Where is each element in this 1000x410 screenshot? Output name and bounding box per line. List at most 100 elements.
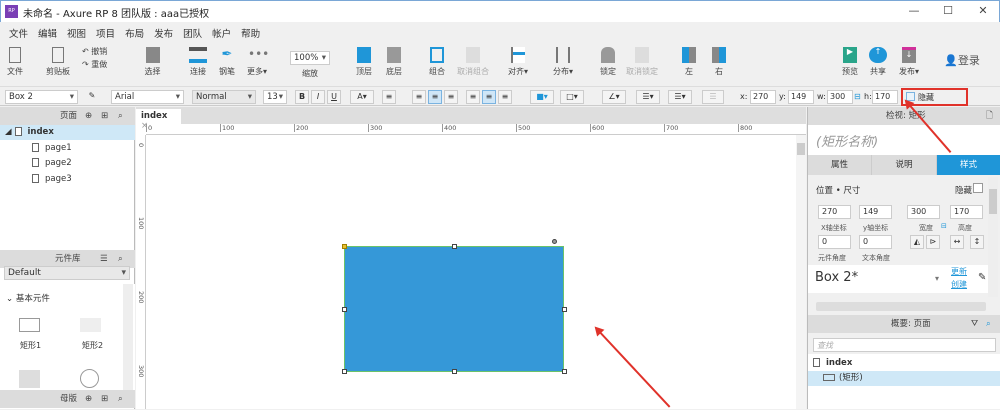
group-button[interactable]: 组合 bbox=[425, 40, 449, 77]
file-button[interactable]: 文件 bbox=[4, 40, 26, 77]
login-button[interactable]: 👤登录 bbox=[942, 52, 982, 68]
chevron-down-icon[interactable]: ▾ bbox=[935, 274, 939, 283]
search-icon[interactable]: ⌕ bbox=[986, 315, 991, 333]
menu-help[interactable]: 帮助 bbox=[236, 22, 265, 40]
hidden-checkbox[interactable] bbox=[973, 183, 983, 193]
flip-horizontal-icon[interactable]: ◭ bbox=[910, 235, 924, 249]
select-button[interactable]: 选择 bbox=[130, 40, 175, 77]
align-center-icon[interactable]: ≡ bbox=[428, 90, 442, 104]
fill-color-icon[interactable]: ■▾ bbox=[530, 90, 554, 104]
image-widget[interactable] bbox=[19, 370, 40, 388]
send-to-bottom-button[interactable]: 底层 bbox=[382, 40, 406, 77]
zoom-select[interactable]: 100% bbox=[290, 51, 330, 65]
outline-search-input[interactable]: 查找 bbox=[813, 338, 996, 352]
page-item[interactable]: page2 bbox=[0, 156, 135, 171]
widget-name-input[interactable]: (矩形名称) bbox=[808, 125, 1000, 155]
outline-item-rectangle[interactable]: (矩形) bbox=[808, 371, 1000, 386]
y-input[interactable]: 149 bbox=[788, 90, 814, 104]
widget-style-select[interactable]: Box 2 bbox=[5, 90, 78, 104]
filter-icon[interactable]: ⛛ bbox=[971, 315, 978, 333]
menu-layout[interactable]: 布局 bbox=[120, 22, 149, 40]
fit-height-icon[interactable]: ↕ bbox=[970, 235, 984, 249]
flip-vertical-icon[interactable]: ⊳ bbox=[926, 235, 940, 249]
preview-button[interactable]: ▶ 预览 bbox=[838, 40, 862, 77]
bring-to-top-button[interactable]: 顶层 bbox=[352, 40, 376, 77]
rectangle-shape[interactable] bbox=[344, 246, 564, 372]
font-size-select[interactable]: 13 bbox=[263, 90, 287, 104]
font-weight-select[interactable]: Normal bbox=[192, 90, 256, 104]
bold-button[interactable]: B bbox=[295, 90, 309, 104]
menu-edit[interactable]: 编辑 bbox=[33, 22, 62, 40]
font-color-icon[interactable]: A▾ bbox=[350, 90, 374, 104]
rotation-input[interactable]: 0 bbox=[818, 235, 851, 249]
align-left-icon[interactable]: ≡ bbox=[412, 90, 426, 104]
align-bottom-icon[interactable]: ≡ bbox=[498, 90, 512, 104]
publish-button[interactable]: ↓ 发布▾ bbox=[895, 40, 923, 77]
style-select[interactable]: Box 2* bbox=[815, 270, 858, 285]
resize-handle[interactable] bbox=[342, 307, 347, 312]
align-right-icon[interactable]: ≡ bbox=[444, 90, 458, 104]
resize-handle[interactable] bbox=[562, 307, 567, 312]
page-item-index[interactable]: ◢ index bbox=[0, 125, 135, 140]
close-button[interactable]: ✕ bbox=[973, 4, 993, 20]
text-rotation-input[interactable]: 0 bbox=[859, 235, 892, 249]
x-input[interactable]: 270 bbox=[818, 205, 851, 219]
resize-handle[interactable] bbox=[452, 244, 457, 249]
add-folder-icon[interactable]: ⊞ bbox=[101, 107, 108, 125]
w-input[interactable]: 300 bbox=[827, 90, 853, 104]
menu-publish[interactable]: 发布 bbox=[149, 22, 178, 40]
y-input[interactable]: 149 bbox=[859, 205, 892, 219]
unlock-button[interactable]: 取消锁定 bbox=[624, 40, 660, 77]
align-middle-icon[interactable]: ≡ bbox=[482, 90, 496, 104]
undo-button[interactable]: ↶ 撤销 bbox=[82, 46, 112, 57]
line-width-icon[interactable]: ☰▾ bbox=[636, 90, 660, 104]
add-master-icon[interactable]: ⊕ bbox=[85, 390, 92, 408]
create-style-link[interactable]: 创建 bbox=[951, 279, 967, 290]
menu-file[interactable]: 文件 bbox=[4, 22, 33, 40]
maximize-button[interactable]: ☐ bbox=[938, 4, 958, 20]
share-button[interactable]: ↑ 共享 bbox=[866, 40, 890, 77]
bullet-icon[interactable]: ≡ bbox=[382, 90, 396, 104]
menu-account[interactable]: 帐户 bbox=[207, 22, 236, 40]
page-icon[interactable]: 🗋 bbox=[986, 107, 993, 125]
minimize-button[interactable]: — bbox=[904, 4, 924, 20]
distribute-button[interactable]: 分布▾ bbox=[550, 40, 576, 77]
page-item[interactable]: page3 bbox=[0, 172, 135, 187]
width-input[interactable]: 300 bbox=[907, 205, 940, 219]
circle-widget[interactable] bbox=[80, 369, 99, 388]
line-color-icon[interactable]: ∠▾ bbox=[602, 90, 626, 104]
rotate-handle[interactable] bbox=[552, 239, 557, 244]
tab-properties[interactable]: 属性 bbox=[808, 155, 872, 175]
underline-button[interactable]: U bbox=[327, 90, 341, 104]
page-item[interactable]: page1 bbox=[0, 141, 135, 156]
library-group[interactable]: ⌄ 基本元件 bbox=[6, 292, 50, 304]
style-edit-icon[interactable]: ✎ bbox=[85, 90, 99, 104]
clipboard-button[interactable]: 剪贴板 bbox=[38, 40, 78, 77]
height-input[interactable]: 170 bbox=[950, 205, 983, 219]
right-panel-toggle[interactable]: 右 bbox=[708, 40, 730, 77]
tab-notes[interactable]: 说明 bbox=[872, 155, 937, 175]
outline-page-index[interactable]: index bbox=[808, 356, 1000, 371]
resize-handle[interactable] bbox=[562, 369, 567, 374]
redo-button[interactable]: ↷ 重做 bbox=[82, 59, 112, 70]
menu-project[interactable]: 项目 bbox=[91, 22, 120, 40]
font-select[interactable]: Arial bbox=[111, 90, 184, 104]
update-style-link[interactable]: 更新 bbox=[951, 266, 967, 277]
inspector-scrollbar[interactable] bbox=[988, 177, 998, 297]
add-page-icon[interactable]: ⊕ bbox=[85, 107, 92, 125]
align-top-icon[interactable]: ≡ bbox=[466, 90, 480, 104]
search-icon[interactable]: ⌕ bbox=[118, 107, 123, 125]
corner-handle[interactable] bbox=[342, 244, 347, 249]
lock-aspect-icon[interactable]: ⊟ bbox=[941, 222, 947, 230]
add-folder-icon[interactable]: ⊞ bbox=[101, 390, 108, 408]
library-select[interactable]: Default bbox=[4, 266, 130, 280]
arrow-style-icon[interactable]: ☰ bbox=[702, 90, 724, 104]
tab-index[interactable]: index × bbox=[136, 109, 181, 131]
left-panel-toggle[interactable]: 左 bbox=[678, 40, 700, 77]
rectangle1-widget[interactable] bbox=[19, 318, 40, 332]
menu-view[interactable]: 视图 bbox=[62, 22, 91, 40]
canvas-scrollbar[interactable] bbox=[796, 135, 806, 409]
italic-button[interactable]: I bbox=[311, 90, 325, 104]
fit-width-icon[interactable]: ↔ bbox=[950, 235, 964, 249]
menu-team[interactable]: 团队 bbox=[178, 22, 207, 40]
